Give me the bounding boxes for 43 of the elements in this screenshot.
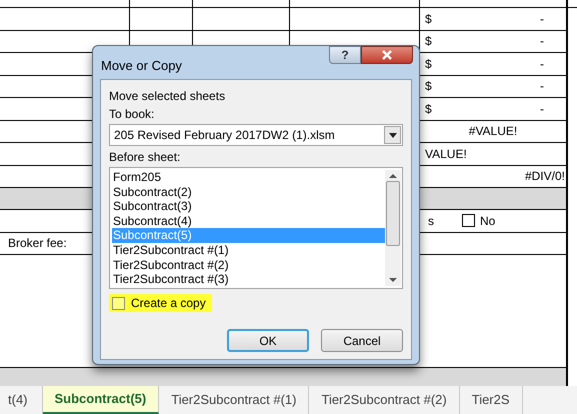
- table-cell-text: $: [425, 10, 432, 28]
- table-cell-text: #VALUE!: [468, 123, 518, 140]
- list-item[interactable]: Tier2Subcontract #(1): [112, 242, 385, 258]
- window-title: Move or Copy: [101, 57, 182, 75]
- cell-label: Broker fee:: [8, 235, 67, 252]
- sheet-tab[interactable]: Tier2Subcontract #(2): [309, 386, 460, 414]
- close-button[interactable]: [361, 46, 413, 64]
- list-item[interactable]: Subcontract(4): [112, 214, 385, 228]
- checkbox[interactable]: [112, 296, 125, 310]
- sheet-tab[interactable]: Tier2Subcontract #(1): [159, 386, 310, 414]
- table-cell-text: -: [540, 100, 544, 118]
- table-cell-text: #DIV/0!: [524, 168, 565, 186]
- list-item[interactable]: Form205: [112, 170, 385, 185]
- table-cell-text: $: [425, 78, 432, 96]
- list-item[interactable]: Subcontract(3): [112, 199, 385, 214]
- cancel-button[interactable]: Cancel: [321, 329, 403, 352]
- help-button[interactable]: ?: [329, 46, 361, 64]
- table-cell-text: -: [540, 33, 544, 50]
- table-cell-text: $: [425, 33, 432, 50]
- table-cell-text: $: [425, 100, 432, 118]
- list-item[interactable]: Subcontract(2): [112, 184, 385, 200]
- table-cell-text: -: [540, 56, 544, 73]
- sheet-tab[interactable]: Subcontract(5): [42, 386, 160, 414]
- field-label: Before sheet:: [109, 149, 182, 165]
- sheet-tab[interactable]: Tier2S: [460, 386, 523, 414]
- scroll-thumb[interactable]: [386, 180, 400, 246]
- table-cell-text: -: [540, 10, 544, 28]
- table-cell-text: s: [428, 212, 434, 230]
- checkbox-label: Create a copy: [131, 295, 206, 312]
- close-icon: [381, 50, 393, 60]
- table-cell-text: -: [540, 78, 544, 96]
- scrollbar[interactable]: [385, 170, 401, 286]
- checkbox-label: No: [480, 212, 496, 230]
- book-dropdown[interactable]: 205 Revised February 2017DW2 (1).xlsm: [109, 124, 403, 146]
- list-item[interactable]: Tier2Subcontract #(2): [112, 258, 385, 272]
- field-label: To book:: [109, 106, 156, 122]
- table-cell-text: VALUE!: [425, 146, 467, 163]
- table-cell-text: $: [425, 56, 432, 73]
- caret-icon: [388, 132, 396, 138]
- ok-button[interactable]: OK: [227, 329, 309, 352]
- list-item[interactable]: Tier2Subcontract #(3): [112, 272, 385, 287]
- intro-text: Move selected sheets: [109, 88, 226, 104]
- checkbox[interactable]: [462, 214, 475, 228]
